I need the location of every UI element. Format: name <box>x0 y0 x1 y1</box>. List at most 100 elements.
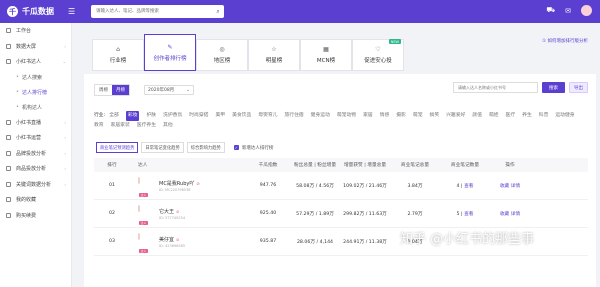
industry-item[interactable]: 颜值 <box>472 111 482 121</box>
industry-item[interactable]: 洗护香氛 <box>163 111 182 121</box>
industry-item[interactable]: 情感 <box>380 111 390 121</box>
help-link[interactable]: ① 如何增加排行版分析 <box>542 38 588 44</box>
col-likes[interactable]: 增量获赞 | 增量总量 <box>340 162 390 168</box>
sidebar-item-favorites[interactable]: 我的收藏 <box>0 192 71 208</box>
creator-name: 它大王 <box>159 208 175 215</box>
creator-cell[interactable]: 达人 MC是我Ruby吖 ⊘ ID: MC220798538 <box>130 176 246 197</box>
user-avatar[interactable] <box>581 5 592 16</box>
avatar: 达人 <box>138 232 154 253</box>
industry-item[interactable]: 家居家装 <box>111 121 130 131</box>
industry-item[interactable]: 护肤 <box>146 111 156 121</box>
industry-item[interactable]: 美食饮品 <box>232 111 251 121</box>
col-biz-count[interactable]: 商业笔记数量 <box>440 162 490 168</box>
industry-item[interactable]: 医疗 <box>506 111 516 121</box>
card-industry[interactable]: ⌂ 行业榜 <box>92 39 144 71</box>
industry-item[interactable]: 美甲 <box>215 111 225 121</box>
sidebar-item-purchase[interactable]: 购买续费 <box>0 208 71 224</box>
logo-icon: 千 <box>7 6 18 17</box>
creator-cell[interactable]: 达人 它大王 ⊘ ID: 377749254 <box>130 204 246 225</box>
industry-item[interactable]: 兴趣爱好 <box>446 111 465 121</box>
link-icon[interactable]: ⊘ <box>176 209 179 214</box>
subtab-influence[interactable]: 综合影响力趋势 <box>186 142 225 153</box>
industry-item[interactable]: 其他 <box>163 121 173 131</box>
product-icon <box>6 166 11 172</box>
app-logo[interactable]: 千 千瓜数据 <box>0 6 70 17</box>
month-select[interactable]: 2020年08月 ⌄ <box>144 85 194 95</box>
card-creator-ranking[interactable]: ✎ 创作者排行榜 <box>144 34 196 71</box>
sidebar-item-creators[interactable]: 小红书达人 ⌄ <box>0 54 71 70</box>
industry-item[interactable]: 萌宠动物 <box>337 111 356 121</box>
industry-item[interactable]: 萌娃 <box>489 111 499 121</box>
chevron-down-icon: ⌄ <box>62 59 66 65</box>
view-link[interactable]: 查看 <box>464 212 473 217</box>
industry-item[interactable]: 家居 <box>363 111 373 121</box>
industry-item[interactable]: 科普 <box>539 111 549 121</box>
sidebar: 工作台 数据大屏 › 小红书达人 ⌄ 达人搜索 达人排行榜 机构达人 小红书直播… <box>0 23 72 287</box>
detail-link[interactable]: 详情 <box>511 212 520 217</box>
sidebar-item-live[interactable]: 小红书直播 › <box>0 115 71 131</box>
sidebar-item-product[interactable]: 商品投放分析 › <box>0 161 71 177</box>
global-search[interactable]: ⌕ <box>91 5 224 18</box>
sidebar-subitem-ranking[interactable]: 达人排行榜 <box>0 85 71 100</box>
industry-item[interactable]: 养生 <box>522 111 532 121</box>
industry-item[interactable]: 运动健身 <box>555 111 574 121</box>
creator-info: 它大王 ⊘ ID: 377749254 <box>159 208 185 220</box>
cart-icon[interactable]: ⛟ <box>546 6 555 15</box>
col-actions: 操作 <box>505 163 515 168</box>
card-mcn[interactable]: ▦ MCN榜 <box>300 39 352 71</box>
industry-item[interactable]: 健身运动 <box>311 111 330 121</box>
biz-total: 2.79万 <box>407 211 423 217</box>
industry-item[interactable]: 搞笑 <box>430 111 440 121</box>
menu-toggle-icon[interactable]: ☰ <box>68 7 75 16</box>
search-icon[interactable]: ⌕ <box>212 8 224 16</box>
subtab-daily[interactable]: 日常笔记变化趋势 <box>141 142 184 153</box>
new-creators-checkbox[interactable]: ✓ 新增达人排行榜 <box>233 145 273 151</box>
top-right-tools: ⛟ ✉ <box>546 5 592 16</box>
sidebar-item-brand[interactable]: 品牌投放分析 › <box>0 146 71 162</box>
industry-item[interactable]: 医疗养生 <box>137 121 156 131</box>
favorite-link[interactable]: 收藏 <box>500 212 509 217</box>
sidebar-item-keyword[interactable]: 关键词数据分析 › <box>0 177 71 193</box>
period-week[interactable]: 周榜 <box>95 85 112 95</box>
sidebar-item-dashboard[interactable]: 数据大屏 › <box>0 39 71 55</box>
export-button[interactable]: 导出 <box>569 82 588 93</box>
creator-search-input[interactable] <box>453 82 538 93</box>
creator-cell[interactable]: 达人 美仔宜 ⊘ ID: 423696585 <box>130 232 246 253</box>
sidebar-subitem-agency[interactable]: 机构达人 <box>0 100 71 115</box>
subtab-business[interactable]: 商业笔记预测趋势 <box>96 142 139 153</box>
industry-item[interactable]: 萌宠 <box>413 111 423 121</box>
card-region[interactable]: ◎ 地区榜 <box>196 39 248 71</box>
card-label: 明星榜 <box>265 58 283 64</box>
link-icon[interactable]: ⊘ <box>196 181 199 186</box>
sidebar-subitem-search[interactable]: 达人搜索 <box>0 70 71 85</box>
industry-item[interactable]: 全部 <box>109 111 119 121</box>
view-link[interactable]: 查看 <box>464 184 473 189</box>
industry-label: 行业: <box>94 113 106 118</box>
search-button[interactable]: 搜索 <box>542 82 565 93</box>
period-month[interactable]: 月榜 <box>112 85 129 95</box>
mail-icon[interactable]: ✉ <box>565 7 571 15</box>
global-search-input[interactable] <box>91 5 212 18</box>
pen-icon: ✎ <box>167 43 173 51</box>
link-icon[interactable]: ⊘ <box>176 237 179 242</box>
card-safe-invest[interactable]: NEW ♡ 促进安心投 <box>352 39 404 71</box>
industry-item[interactable]: 摄影 <box>396 111 406 121</box>
sidebar-item-workbench[interactable]: 工作台 <box>0 23 71 39</box>
col-score[interactable]: 千瓜指数 <box>246 162 290 168</box>
industry-item[interactable]: 彩妆 <box>125 111 140 121</box>
col-fans[interactable]: 粉丝总量 | 粉丝增量 <box>290 162 340 168</box>
industry-item[interactable]: 教育 <box>94 121 104 131</box>
industry-item[interactable]: 时尚穿搭 <box>189 111 208 121</box>
star-icon: ☆ <box>271 46 277 53</box>
sidebar-item-operation[interactable]: 小红书运营 › <box>0 130 71 146</box>
favorite-link[interactable]: 收藏 <box>500 184 509 189</box>
actions: 收藏 详情 <box>490 183 530 189</box>
creator-id: ID: 423696585 <box>159 243 186 248</box>
col-biz-total[interactable]: 商业笔记总量 <box>390 162 440 168</box>
industry-item[interactable]: 旅行住宿 <box>284 111 303 121</box>
industry-item[interactable]: 母婴育儿 <box>258 111 277 121</box>
keyword-icon <box>6 181 11 187</box>
card-star[interactable]: ☆ 明星榜 <box>248 39 300 71</box>
rank: 02 <box>109 211 115 216</box>
detail-link[interactable]: 详情 <box>511 184 520 189</box>
